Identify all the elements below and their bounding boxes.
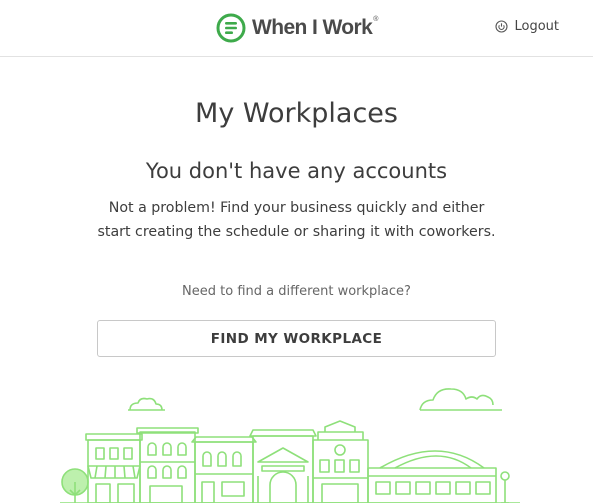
find-workplace-hint: Need to find a different workplace? <box>182 284 411 299</box>
top-header: When I Work® Logout <box>0 0 593 57</box>
logout-button[interactable]: Logout <box>495 19 559 34</box>
find-my-workplace-label: FIND MY WORKPLACE <box>210 330 383 347</box>
logo-text: When I Work® <box>252 16 378 39</box>
empty-state-heading: You don't have any accounts <box>145 159 448 183</box>
page-title: My Workplaces <box>195 98 398 129</box>
logo[interactable]: When I Work® <box>216 12 378 44</box>
find-my-workplace-button[interactable]: FIND MY WORKPLACE <box>97 320 496 357</box>
town-illustration <box>60 388 520 503</box>
when-i-work-logo-icon <box>216 13 246 43</box>
empty-state-description: Not a problem! Find your business quickl… <box>97 200 496 240</box>
power-icon <box>495 20 509 33</box>
logout-label: Logout <box>514 19 559 34</box>
